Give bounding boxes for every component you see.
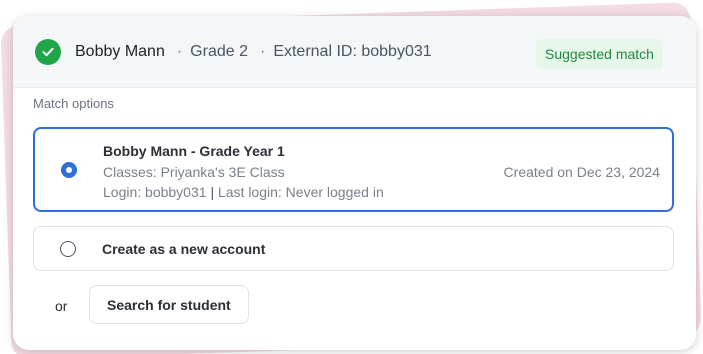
radio-dot: [66, 167, 72, 173]
match-option-new-account[interactable]: Create as a new account: [33, 226, 674, 271]
radio-unselected[interactable]: [60, 241, 76, 257]
option-last-login: Last login: Never logged in: [217, 184, 384, 200]
student-grade: Grade 2: [190, 42, 248, 60]
option-title: Bobby Mann - Grade Year 1: [103, 143, 285, 159]
external-id: External ID: bobby031: [273, 42, 432, 60]
option-title: Create as a new account: [102, 241, 266, 257]
option-classes: Classes: Priyanka's 3E Class: [103, 164, 285, 180]
match-option-existing[interactable]: Bobby Mann - Grade Year 1 Classes: Priya…: [33, 127, 674, 212]
or-label: or: [55, 298, 68, 314]
stage: Bobby Mann · Grade 2 · External ID: bobb…: [0, 0, 703, 354]
student-header: Bobby Mann · Grade 2 · External ID: bobb…: [13, 16, 696, 88]
separator: ·: [176, 42, 183, 60]
suggested-match-badge: Suggested match: [536, 39, 663, 69]
separator: ·: [259, 42, 266, 60]
match-options-label: Match options: [33, 96, 114, 111]
check-circle-icon: [35, 38, 61, 65]
match-card: Bobby Mann · Grade 2 · External ID: bobb…: [13, 16, 696, 350]
radio-selected[interactable]: [61, 162, 77, 178]
option-created-date: Created on Dec 23, 2024: [503, 164, 660, 180]
divider: |: [210, 184, 215, 200]
student-name: Bobby Mann: [75, 42, 165, 60]
option-login-info: Login: bobby031 | Last login: Never logg…: [103, 184, 384, 200]
search-student-button[interactable]: Search for student: [89, 285, 249, 324]
option-login: Login: bobby031: [103, 184, 207, 200]
